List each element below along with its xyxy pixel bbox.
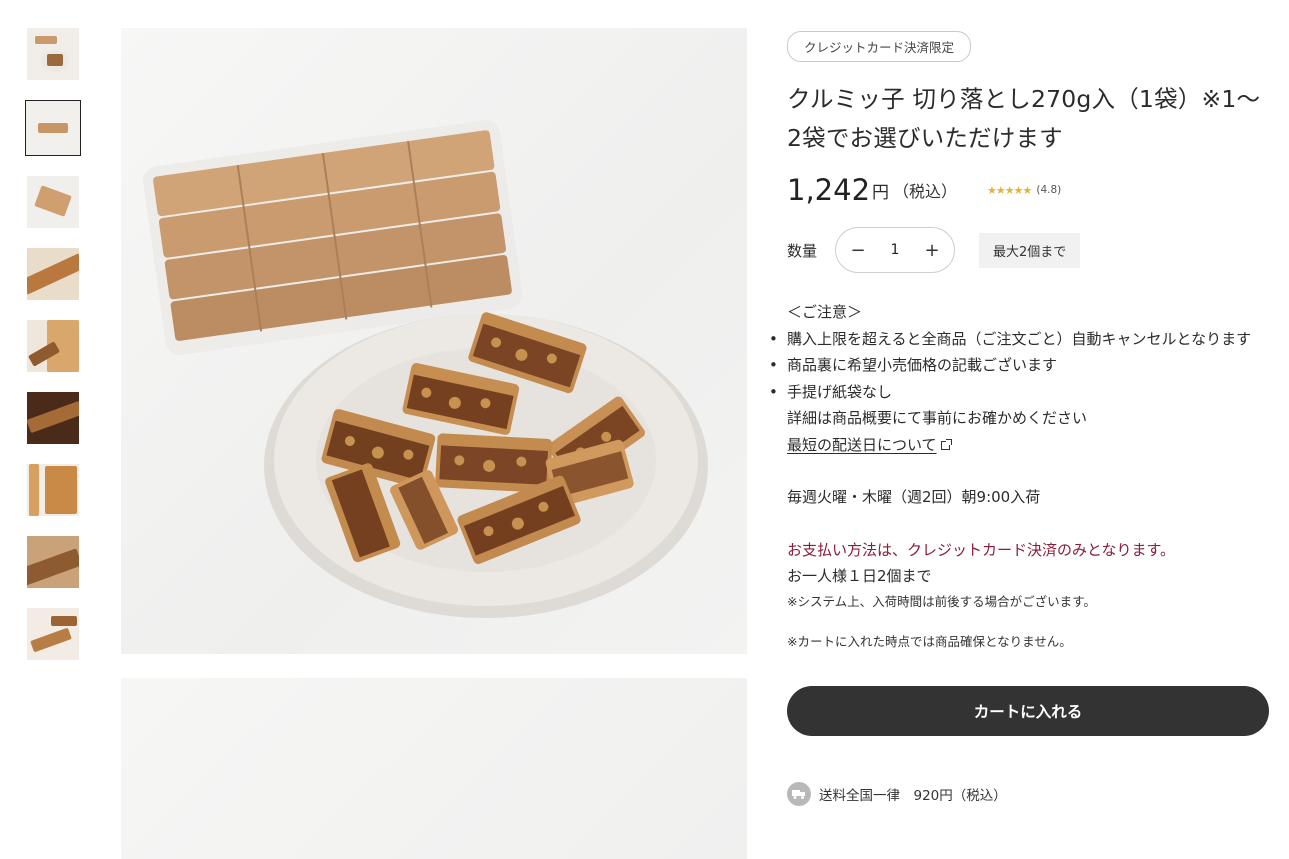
thumbnail-6[interactable]	[27, 392, 79, 444]
thumbnail-9[interactable]	[27, 608, 79, 660]
main-product-image	[121, 28, 747, 654]
caution-item: 商品裏に希望小売価格の記載ございます	[769, 352, 1269, 379]
thumbnail-list	[25, 28, 81, 680]
thumbnail-3[interactable]	[27, 176, 79, 228]
rating-value: (4.8)	[1036, 184, 1062, 196]
truck-icon	[787, 782, 811, 806]
payment-method-note: お支払い方法は、クレジットカード決済のみとなります。	[787, 541, 1176, 559]
add-to-cart-button[interactable]: カートに入れる	[787, 686, 1269, 736]
price-row: 1,242 円 （税込） ★★★★★ (4.8)	[787, 170, 1269, 210]
thumbnail-5[interactable]	[27, 320, 79, 372]
payment-limited-badge: クレジットカード決済限定	[787, 31, 972, 62]
shipping-fee-text: 送料全国一律 920円（税込）	[819, 788, 1007, 804]
price-value: 1,242	[787, 173, 871, 207]
max-quantity-note: 最大2個まで	[979, 232, 1081, 268]
minus-icon[interactable]: −	[848, 240, 868, 261]
shipping-date-link-label: 最短の配送日について	[787, 435, 937, 454]
caution-item: 購入上限を超えると全商品（ご注文ごと）自動キャンセルとなります	[769, 326, 1269, 353]
product-info-panel: クレジットカード決済限定 クルミッ子 切り落とし270g入（1袋）※1〜2袋でお…	[769, 31, 1269, 806]
shipping-fee-row: 送料全国一律 920円（税込）	[787, 782, 1269, 806]
product-title: クルミッ子 切り落とし270g入（1袋）※1〜2袋でお選びいただけます	[787, 85, 1261, 152]
thumbnail-1[interactable]	[27, 28, 79, 80]
thumbnail-2[interactable]	[25, 100, 81, 156]
thumbnail-4[interactable]	[27, 248, 79, 300]
price-tax-note: （税込）	[893, 182, 958, 201]
system-note: ※システム上、入荷時間は前後する場合がございます。	[787, 594, 1096, 609]
caution-item: 手提げ紙袋なし	[769, 379, 1269, 406]
cart-reservation-note: ※カートに入れた時点では商品確保となりません。	[787, 634, 1072, 649]
caution-detail: 詳細は商品概要にて事前にお確かめください	[787, 409, 1088, 427]
quantity-input[interactable]: 1	[891, 242, 900, 258]
external-link-icon	[940, 438, 952, 450]
quantity-stepper: − 1 +	[835, 227, 955, 273]
star-icon: ★★★★★	[987, 183, 1032, 197]
thumbnail-7[interactable]	[27, 464, 79, 516]
quantity-row: 数量 − 1 + 最大2個まで	[787, 227, 1269, 273]
shipping-date-link[interactable]: 最短の配送日について	[787, 435, 952, 454]
rating-stars[interactable]: ★★★★★ (4.8)	[987, 184, 1061, 197]
arrival-schedule: 毎週火曜・木曜（週2回）朝9:00入荷	[787, 488, 1041, 506]
caution-list: 購入上限を超えると全商品（ご注文ごと）自動キャンセルとなります 商品裏に希望小売…	[769, 326, 1269, 406]
caution-heading: ＜ご注意＞	[787, 303, 863, 321]
plus-icon[interactable]: +	[922, 240, 942, 261]
price-currency: 円	[872, 182, 890, 203]
quantity-label: 数量	[787, 241, 818, 260]
caution-notes: ＜ご注意＞ 購入上限を超えると全商品（ご注文ごと）自動キャンセルとなります 商品…	[769, 299, 1269, 458]
secondary-product-image	[121, 678, 747, 859]
thumbnail-8[interactable]	[27, 536, 79, 588]
per-person-limit: お一人様１日2個まで	[787, 567, 932, 585]
